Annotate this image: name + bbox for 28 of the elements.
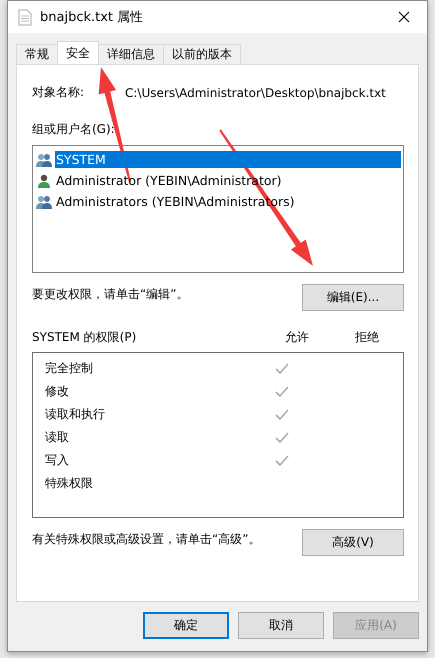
permission-name: 读取 (45, 429, 70, 446)
advanced-hint: 有关特殊权限或高级设置，请单击“高级”。 (32, 531, 260, 548)
permission-name: 读取和执行 (45, 406, 106, 423)
permission-name: 完全控制 (45, 360, 94, 377)
groups-label: 组或用户名(G): (32, 121, 116, 138)
object-name-label: 对象名称: (32, 84, 86, 101)
advanced-button[interactable]: 高级(V) (302, 529, 404, 556)
document-icon (18, 8, 32, 26)
tab[interactable]: 以前的版本 (163, 44, 241, 64)
edit-hint: 要更改权限，请单击“编辑”。 (32, 286, 188, 303)
window-title: bnajbck.txt 属性 (40, 9, 144, 26)
user-list-item[interactable]: SYSTEM (55, 151, 401, 168)
users-icon (35, 152, 53, 168)
users-icon (35, 194, 53, 210)
close-icon (398, 11, 410, 23)
permission-name: 特殊权限 (45, 475, 94, 492)
tab[interactable]: 常规 (16, 44, 58, 64)
permission-name: 写入 (45, 452, 70, 469)
tab[interactable]: 安全 (57, 41, 99, 64)
permission-name: 修改 (45, 383, 70, 400)
permissions-label: SYSTEM 的权限(P) (32, 329, 138, 346)
user-icon (35, 172, 53, 188)
object-name-value: C:\Users\Administrator\Desktop\bnajbck.txt (125, 86, 386, 100)
dialog-button[interactable]: 取消 (238, 612, 324, 639)
deny-column-header: 拒绝 (355, 329, 379, 346)
edit-button[interactable]: 编辑(E)... (302, 284, 404, 311)
dialog-button[interactable]: 确定 (143, 612, 229, 639)
allow-column-header: 允许 (285, 329, 310, 346)
